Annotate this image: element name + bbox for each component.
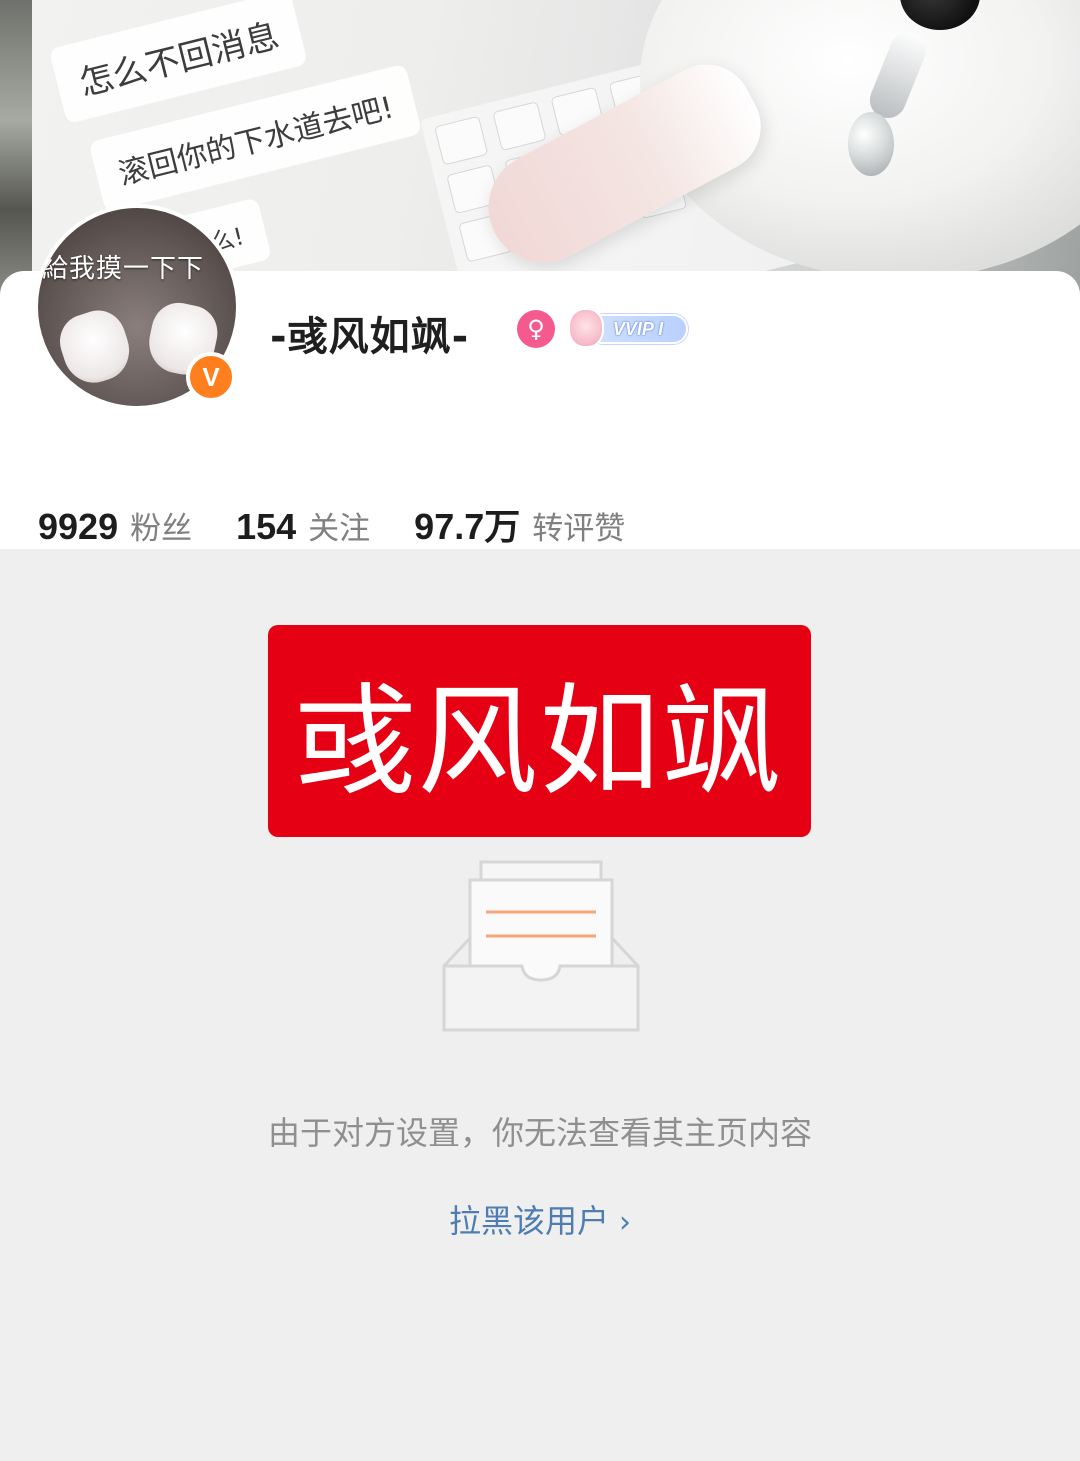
- vip-badge[interactable]: VVIP I: [568, 306, 688, 350]
- empty-inbox-icon: [440, 858, 642, 1038]
- block-user-link[interactable]: 拉黑该用户 ›: [0, 1196, 1080, 1242]
- stat-value: 97.7万: [414, 506, 521, 547]
- block-user-label: 拉黑该用户: [448, 1202, 609, 1240]
- stat-value: 9929: [38, 506, 119, 547]
- avatar-caption: 給我摸一下下: [42, 254, 205, 284]
- stat-label: 粉丝: [130, 511, 193, 547]
- stat-label: 转评赞: [532, 511, 626, 547]
- avatar-paw: [52, 303, 138, 391]
- vip-mascot-icon: [568, 308, 604, 348]
- cover-photo-edge: [0, 0, 32, 300]
- empty-state-message: 由于对方设置，你无法查看其主页内容: [267, 1114, 812, 1152]
- stat-label: 关注: [308, 511, 371, 547]
- stat-value: 154: [236, 506, 297, 547]
- stat-engagement[interactable]: 97.7万 转评赞: [414, 498, 625, 550]
- chevron-right-icon: ›: [619, 1205, 631, 1240]
- red-banner-text: 彧风如飒: [295, 673, 784, 812]
- stat-followers[interactable]: 9929 粉丝: [38, 503, 192, 548]
- username: -彧风如飒-: [270, 314, 470, 360]
- female-gender-icon: ♀: [517, 310, 555, 348]
- red-name-banner: 彧风如飒: [268, 625, 811, 837]
- verified-badge-icon: V: [186, 352, 236, 402]
- cover-tear-drop: [848, 112, 894, 176]
- stat-following[interactable]: 154 关注: [236, 503, 370, 548]
- profile-stats: 9929 粉丝 154 关注 97.7万 转评赞: [38, 498, 669, 548]
